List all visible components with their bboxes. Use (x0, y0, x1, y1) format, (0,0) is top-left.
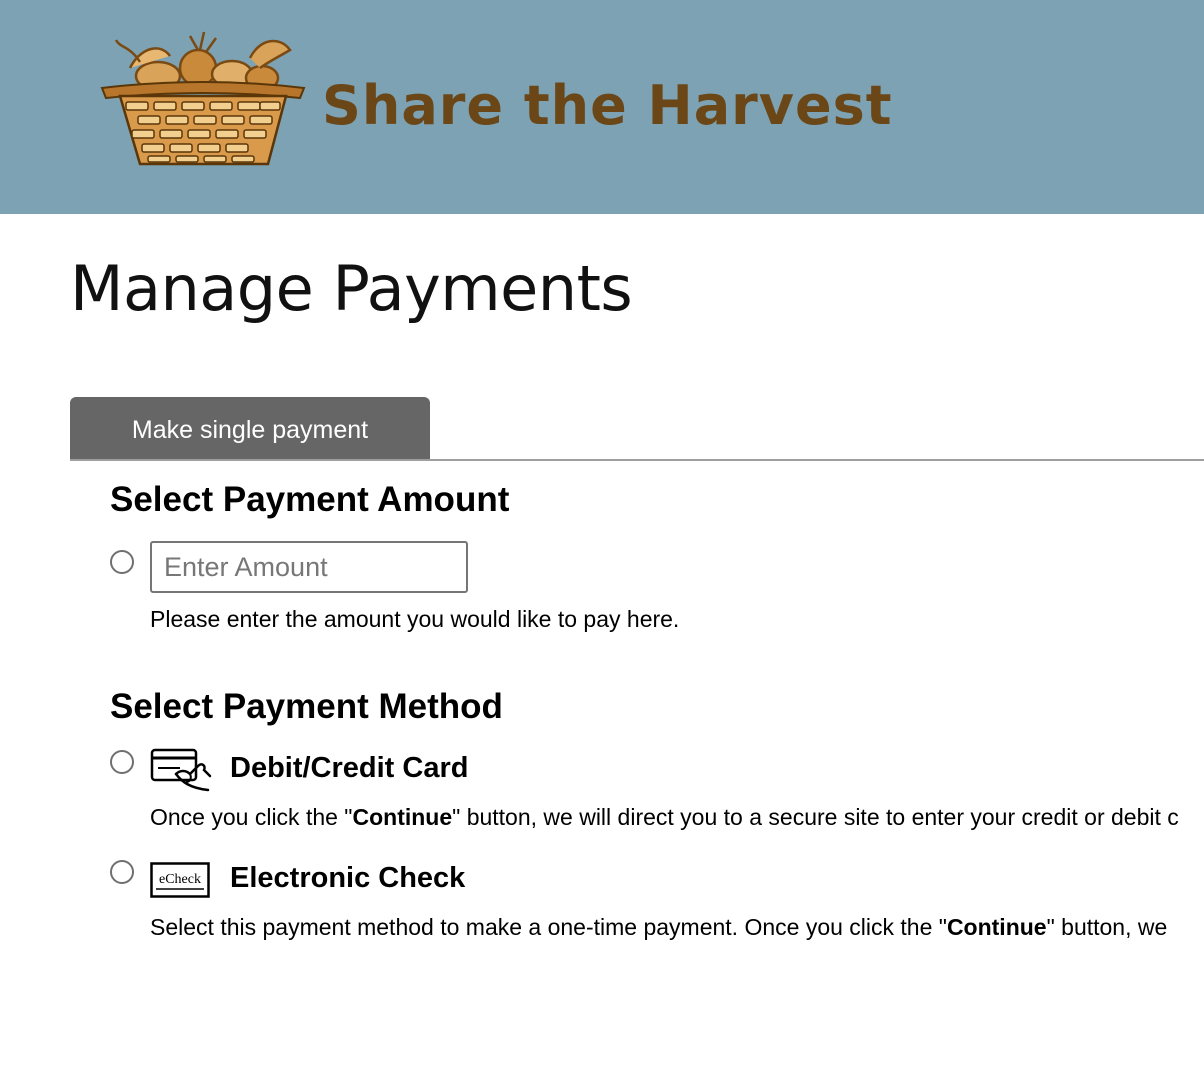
amount-input[interactable] (150, 541, 468, 593)
card-method-label[interactable]: Debit/Credit Card (230, 752, 468, 785)
echeck-desc-text-end: " button, we (1046, 914, 1168, 940)
tab-divider (70, 459, 1204, 461)
card-method-radio[interactable] (110, 750, 134, 774)
card-desc-text-start: Once you click the " (150, 804, 353, 830)
payment-amount-heading: Select Payment Amount (110, 480, 510, 519)
echeck-icon: eCheck (150, 862, 210, 898)
echeck-desc-text-start: Select this payment method to make a one… (150, 914, 947, 940)
amount-helper-text: Please enter the amount you would like t… (150, 606, 680, 632)
card-desc-text-end: " button, we will direct you to a secure… (452, 804, 1179, 830)
site-header: Share the Harvest (0, 0, 1204, 214)
card-desc-continue: Continue (352, 804, 453, 830)
tab-make-single-payment[interactable]: Make single payment (70, 397, 430, 460)
echeck-method-label[interactable]: Electronic Check (230, 862, 465, 895)
echeck-method-description: Select this payment method to make a one… (150, 914, 1204, 946)
card-method-description: Once you click the "Continue" button, we… (150, 804, 1204, 836)
payment-method-heading: Select Payment Method (110, 687, 503, 726)
echeck-method-radio[interactable] (110, 860, 134, 884)
echeck-desc-continue: Continue (946, 914, 1047, 940)
page-title: Manage Payments (70, 252, 633, 325)
credit-card-hand-icon (150, 748, 212, 792)
amount-radio[interactable] (110, 550, 134, 574)
logo-text[interactable]: Share the Harvest (322, 74, 893, 137)
harvest-basket-icon[interactable] (100, 28, 306, 172)
echeck-icon-text: eCheck (159, 872, 201, 887)
